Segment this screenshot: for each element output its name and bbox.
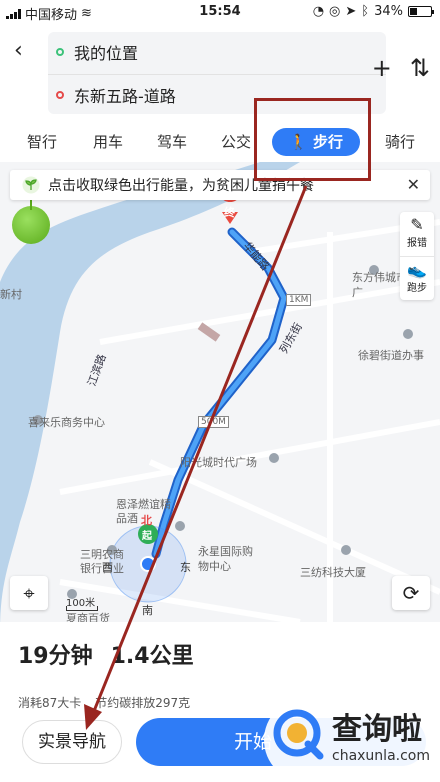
destination-dot-icon <box>56 90 64 99</box>
distance-label-500m: 500M <box>198 416 229 428</box>
tab-cycling[interactable]: 骑行 <box>380 128 420 156</box>
route-duration: 19分钟 <box>18 644 93 669</box>
swap-icon[interactable]: ⇅ <box>410 54 430 82</box>
poi-xincun[interactable]: 新村 <box>0 286 22 302</box>
poi-yongxing[interactable]: 永星国际购物中心 <box>198 544 262 574</box>
route-distance: 1.4公里 <box>110 644 194 669</box>
compass-east: 东 <box>180 561 191 574</box>
bluetooth-icon: ᛒ <box>361 4 370 19</box>
watermark-url: chaxunla.com <box>332 748 430 764</box>
tab-car-hailing[interactable]: 用车 <box>88 128 128 156</box>
poi-xubi[interactable]: 徐碧街道办事 <box>358 347 424 363</box>
origin-dot-icon <box>56 48 64 56</box>
location-arrow-icon: ➤ <box>345 4 357 19</box>
distance-label-1km: 1KM <box>286 294 312 306</box>
walking-route <box>153 229 287 557</box>
lock-rotation-icon: ◔ <box>312 4 325 19</box>
route-summary: 19分钟 1.4公里 <box>18 638 194 670</box>
poi-xiashang[interactable]: 夏商百货 <box>66 610 110 622</box>
sprout-icon <box>22 176 40 194</box>
poi-yangguangcheng[interactable]: 阳光城时代广场 <box>180 454 257 470</box>
route-actions: + ⇅ <box>372 54 430 82</box>
map-side-tools: ✎ 报错 👟 跑步 <box>400 212 434 300</box>
tab-driving[interactable]: 驾车 <box>152 128 192 156</box>
poi-enze[interactable]: 恩泽燃谊精品酒 <box>116 498 172 526</box>
walking-route-outline <box>151 227 289 559</box>
calories-text: 消耗87大卡 <box>18 696 82 710</box>
alarm-icon: ◎ <box>329 4 341 19</box>
battery-icon <box>408 6 434 17</box>
destination-label: 东新五路-道路 <box>74 86 176 106</box>
back-chevron-icon[interactable]: ‹ <box>14 38 23 63</box>
running-shoe-icon: 👟 <box>407 260 427 279</box>
travel-mode-tabs: 智行 用车 驾车 公交 🚶 步行 骑行 <box>0 120 440 162</box>
end-marker-label: 终 <box>224 206 235 219</box>
origin-label: 我的位置 <box>74 44 139 63</box>
ar-navigation-button[interactable]: 实景导航 <box>22 720 122 764</box>
locate-me-icon[interactable]: ⌖ <box>10 576 48 610</box>
tab-smart[interactable]: 智行 <box>22 128 62 156</box>
report-error-label: 报错 <box>407 238 427 249</box>
report-error-button[interactable]: ✎ 报错 <box>400 212 434 256</box>
report-error-icon: ✎ <box>410 215 424 234</box>
plus-icon[interactable]: + <box>372 54 392 82</box>
start-marker-label: 起 <box>142 531 152 542</box>
watermark: 查询啦 chaxunla.com <box>264 698 440 782</box>
tab-transit[interactable]: 公交 <box>216 128 256 156</box>
current-location-dot <box>140 556 156 572</box>
annotation-highlight-box <box>254 98 371 181</box>
origin-field[interactable]: 我的位置 <box>48 32 386 72</box>
running-button[interactable]: 👟 跑步 <box>400 256 434 300</box>
poi-sanfang[interactable]: 三纺科技大厦 <box>300 564 366 580</box>
poi-sanming-bank[interactable]: 三明农商银行营业 <box>80 548 132 576</box>
green-energy-ball[interactable] <box>12 200 50 244</box>
battery-fill <box>410 8 417 15</box>
route-panel: ‹ 我的位置 东新五路-道路 + ⇅ <box>0 26 440 120</box>
route-stats: 消耗87大卡 节约碳排放297克 <box>18 694 190 711</box>
status-right: ◔ ◎ ➤ ᛒ 34% <box>312 4 434 19</box>
poi-xilaile[interactable]: 喜来乐商务中心 <box>28 414 105 430</box>
refresh-icon[interactable]: ⟳ <box>392 576 430 610</box>
close-icon[interactable]: ✕ <box>407 175 420 194</box>
magnifier-logo-icon <box>273 709 324 760</box>
carbon-text: 节约碳排放297克 <box>95 696 191 710</box>
compass-south: 南 <box>142 604 153 617</box>
battery-percent: 34% <box>374 4 403 19</box>
status-bar: 中国移动 ≋ 15:54 ◔ ◎ ➤ ᛒ 34% <box>0 0 440 26</box>
map-scale-bar <box>66 606 98 611</box>
running-label: 跑步 <box>407 283 427 294</box>
watermark-title: 查询啦 <box>332 712 422 747</box>
map-view[interactable]: 终 起 北 西 东 南 1KM 500M 华能路 列东街 江滨路 东方伟城市广 … <box>0 162 440 622</box>
